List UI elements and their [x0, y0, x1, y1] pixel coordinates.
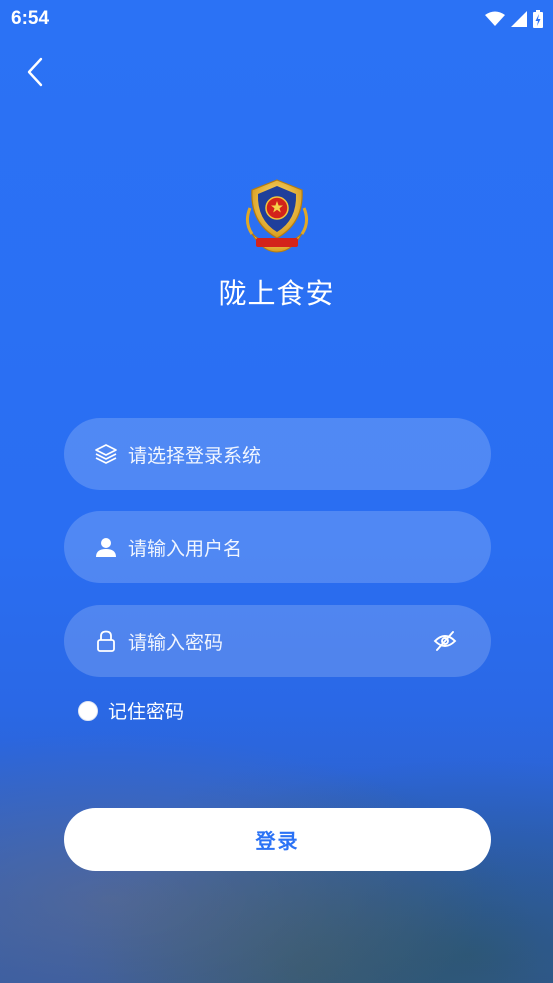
- lock-icon: [94, 629, 118, 653]
- back-button[interactable]: [20, 55, 50, 89]
- status-bar: 6:54: [0, 0, 553, 38]
- eye-off-icon[interactable]: [433, 629, 457, 653]
- person-icon: [94, 535, 118, 559]
- battery-icon: [533, 10, 543, 28]
- wifi-icon: [485, 11, 505, 26]
- remember-password-radio[interactable]: [78, 700, 98, 721]
- password-input[interactable]: 请输入密码: [64, 605, 491, 677]
- password-placeholder: 请输入密码: [128, 631, 224, 654]
- login-button[interactable]: 登录: [64, 808, 491, 871]
- login-system-placeholder: 请选择登录系统: [128, 444, 262, 467]
- login-system-select[interactable]: 请选择登录系统: [64, 418, 491, 490]
- chevron-left-icon: [27, 57, 43, 87]
- status-icons: [485, 10, 543, 28]
- layers-icon: [94, 442, 118, 466]
- app-title: 陇上食安: [218, 277, 335, 310]
- username-input[interactable]: 请输入用户名: [64, 511, 491, 583]
- emblem-logo: [245, 179, 309, 253]
- remember-password-label: 记住密码: [108, 701, 185, 723]
- signal-icon: [511, 11, 527, 27]
- username-placeholder: 请输入用户名: [128, 537, 243, 560]
- remember-password-option[interactable]: 记住密码: [78, 697, 184, 724]
- status-time: 6:54: [11, 8, 50, 29]
